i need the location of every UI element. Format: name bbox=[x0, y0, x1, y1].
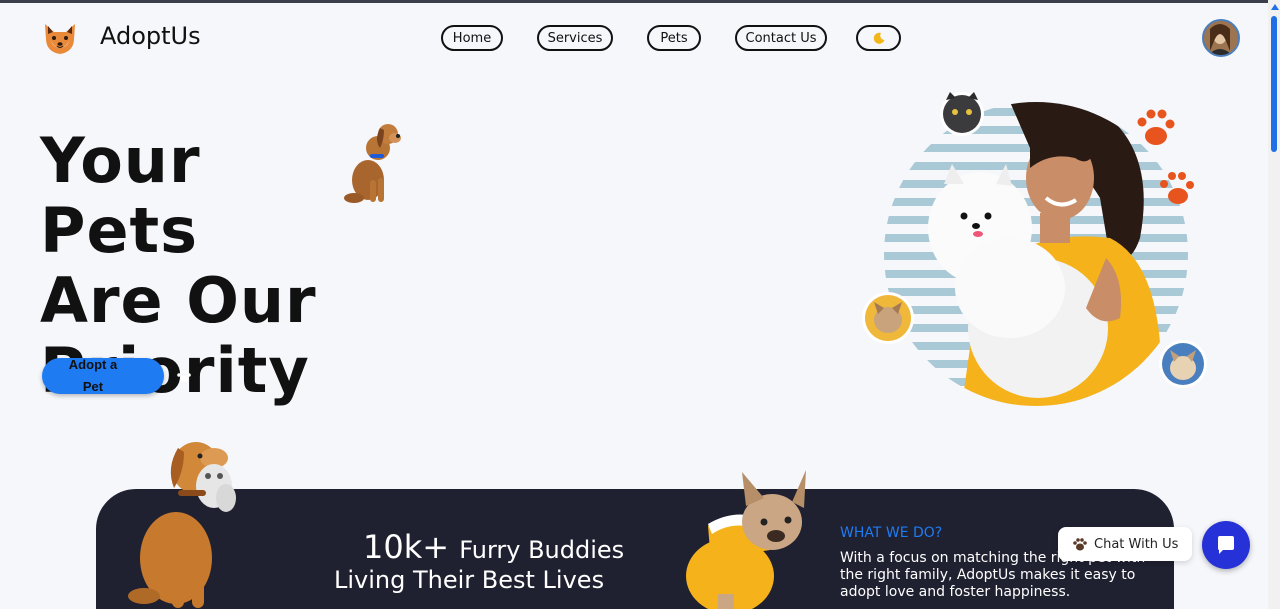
nav-pets[interactable]: Pets bbox=[647, 25, 701, 51]
paw-icon bbox=[177, 370, 191, 383]
hero-title-line-2: Are Our bbox=[40, 264, 317, 337]
main-nav: Home Services Pets Contact Us bbox=[0, 25, 1280, 53]
woman-holding-dog-illustration bbox=[862, 92, 1207, 406]
stat-text: Furry Buddies bbox=[459, 536, 625, 564]
top-border bbox=[0, 0, 1280, 3]
adopt-button-label-line-2: Pet bbox=[82, 379, 104, 394]
adopt-a-pet-button[interactable]: Adopt a Pet bbox=[42, 357, 191, 394]
nav-contact-us[interactable]: Contact Us bbox=[735, 25, 827, 51]
stat-number: 10k+ bbox=[363, 528, 450, 566]
chat-with-us-button[interactable]: Chat With Us bbox=[1058, 527, 1192, 561]
user-avatar[interactable] bbox=[1202, 19, 1240, 57]
stat-line-2: Living Their Best Lives bbox=[334, 566, 605, 594]
what-we-do-heading: WHAT WE DO? bbox=[840, 525, 943, 541]
paw-icon bbox=[1073, 538, 1087, 551]
scroll-up-arrow-icon[interactable] bbox=[1271, 4, 1279, 10]
theme-toggle-button[interactable] bbox=[856, 25, 901, 51]
golden-retriever-with-toy-image bbox=[128, 442, 236, 608]
moon-icon bbox=[873, 32, 884, 44]
sitting-puppy-image bbox=[344, 124, 401, 203]
french-bulldog-in-hoodie-image bbox=[686, 470, 806, 609]
open-chat-button[interactable] bbox=[1202, 521, 1250, 569]
stat-line-1: 10k+ Furry Buddies bbox=[363, 528, 624, 566]
adopt-button-label-line-1: Adopt a bbox=[68, 357, 118, 372]
avatar-photo bbox=[1204, 21, 1238, 55]
nav-services[interactable]: Services bbox=[537, 25, 613, 51]
chat-with-us-label: Chat With Us bbox=[1094, 536, 1179, 552]
hero-title-line-1: Your Pets bbox=[40, 124, 201, 267]
nav-home[interactable]: Home bbox=[441, 25, 503, 51]
scrollbar-thumb[interactable] bbox=[1271, 16, 1277, 152]
adopt-button-label: Adopt a Pet bbox=[56, 354, 130, 398]
chat-bubble-icon bbox=[1218, 536, 1234, 554]
